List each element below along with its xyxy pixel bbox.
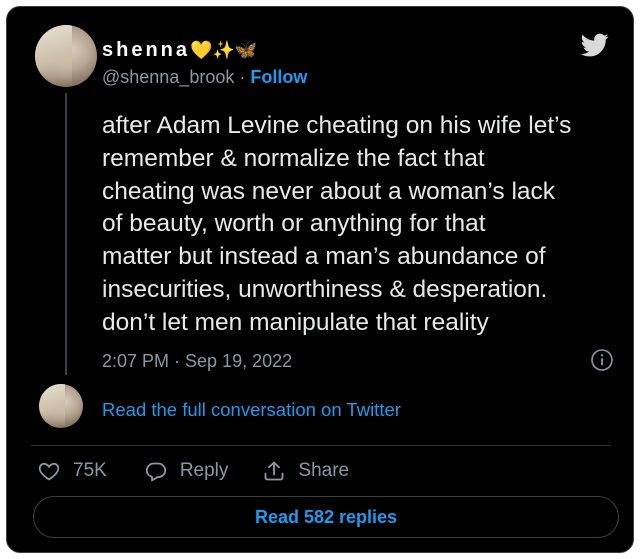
handle-separator: · xyxy=(234,67,251,87)
tweet-line: of beauty, worth or anything for that xyxy=(102,210,486,238)
tweet-line: matter but instead a man’s abundance of xyxy=(102,243,546,271)
like-button[interactable]: 75K xyxy=(37,459,107,483)
heart-icon xyxy=(38,462,60,481)
tweet-card: shenna💛✨🦋 @shenna_brook · Follow after A… xyxy=(6,6,634,553)
share-button[interactable]: Share xyxy=(262,459,349,483)
display-name-text: shenna xyxy=(102,39,191,61)
user-handle[interactable]: @shenna_brook xyxy=(102,67,234,87)
sparkles-emoji: ✨ xyxy=(212,40,235,60)
tweet-line: insecurities, unworthiness & desperation… xyxy=(102,275,548,303)
read-conversation-link[interactable]: Read the full conversation on Twitter xyxy=(102,399,401,421)
action-bar: 75K Reply Share xyxy=(37,457,349,485)
butterfly-emoji: 🦋 xyxy=(234,40,258,60)
reply-button[interactable]: Reply xyxy=(144,459,229,483)
reply-label: Reply xyxy=(179,460,229,481)
tweet-line: cheating was never about a woman’s lack xyxy=(102,177,556,205)
thread-line xyxy=(65,93,67,375)
tweet-line: remember & normalize the fact that xyxy=(102,144,485,172)
twitter-bird-icon[interactable] xyxy=(579,31,611,59)
share-label: Share xyxy=(298,460,350,481)
info-icon[interactable] xyxy=(590,348,614,372)
reply-bubble-icon xyxy=(145,462,166,482)
read-replies-button[interactable]: Read 582 replies xyxy=(33,496,619,538)
read-replies-label: Read 582 replies xyxy=(254,506,398,527)
tweet-text: after Adam Levine cheating on his wife l… xyxy=(102,110,612,340)
follow-button[interactable]: Follow xyxy=(250,67,307,87)
handle-row: @shenna_brook · Follow xyxy=(102,67,307,88)
tweet-timestamp[interactable]: 2:07 PM · Sep 19, 2022 xyxy=(102,351,292,372)
display-name[interactable]: shenna💛✨🦋 xyxy=(102,39,257,62)
share-icon xyxy=(264,461,284,481)
divider xyxy=(31,445,611,446)
tweet-line: don’t let men manipulate that reality xyxy=(102,308,489,336)
avatar[interactable] xyxy=(35,25,97,87)
reply-avatar[interactable] xyxy=(39,384,83,428)
like-count: 75K xyxy=(73,460,107,481)
tweet-line: after Adam Levine cheating on his wife l… xyxy=(102,112,572,139)
yellow-heart-emoji: 💛 xyxy=(190,40,213,60)
